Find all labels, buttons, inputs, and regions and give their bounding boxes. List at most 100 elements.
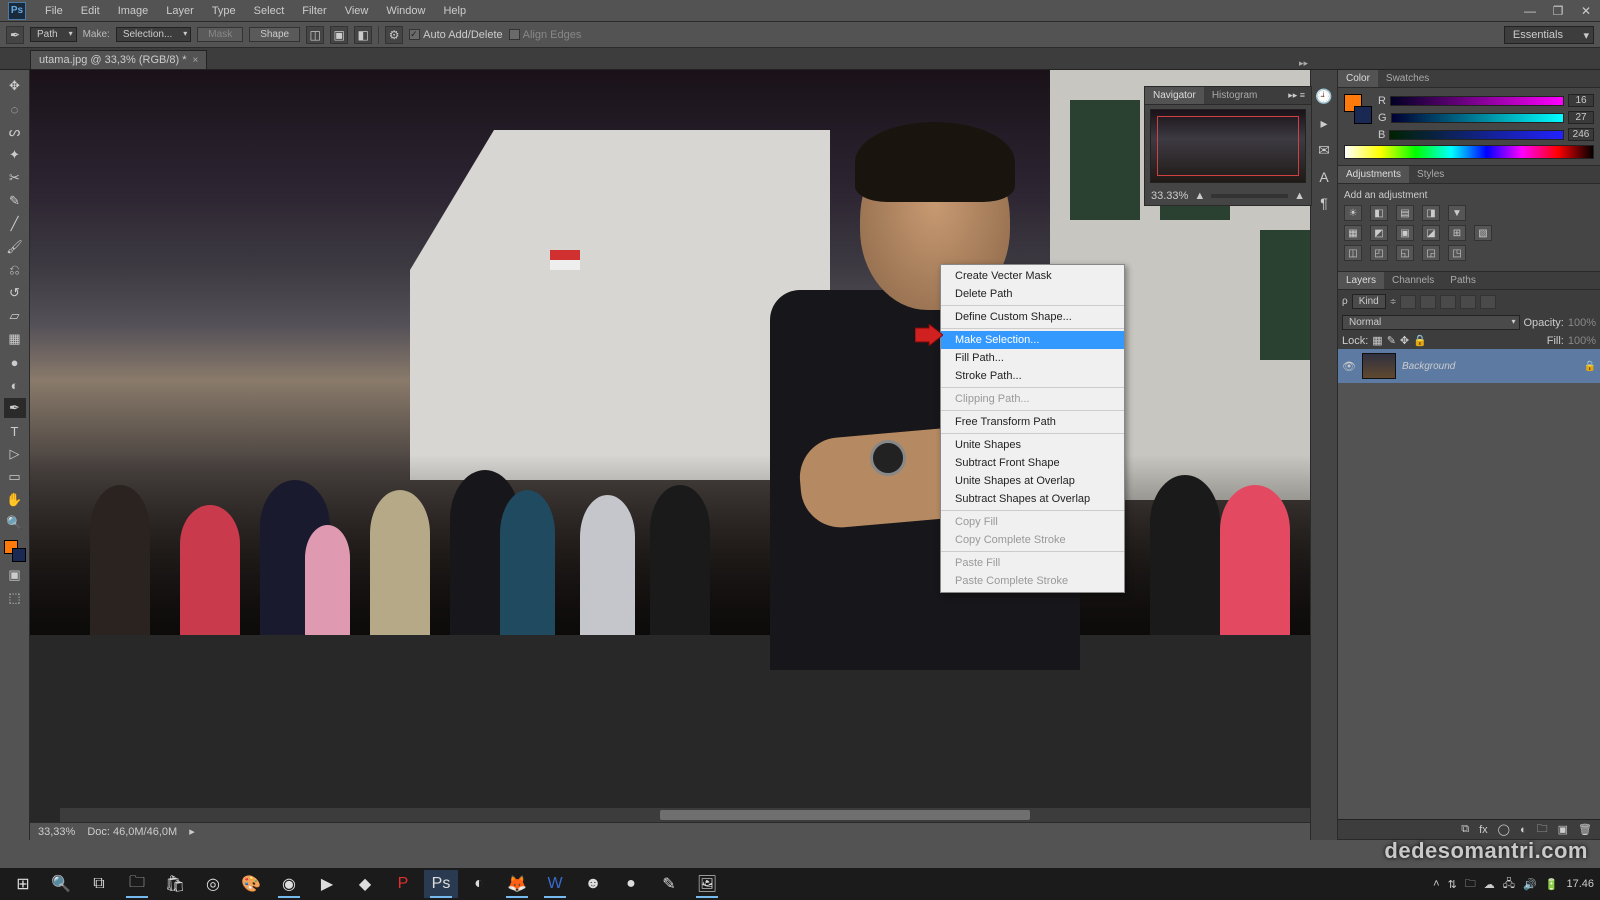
crop-tool[interactable]: ✂: [4, 168, 26, 188]
ctx-unite-shapes[interactable]: Unite Shapes: [941, 436, 1124, 454]
value-B[interactable]: 246: [1568, 128, 1594, 141]
properties-panel-icon[interactable]: ✉: [1318, 142, 1330, 159]
canvas-area[interactable]: Create Vecter MaskDelete Path Define Cust…: [30, 70, 1310, 840]
tray-icon-5[interactable]: 🔊: [1523, 878, 1537, 891]
zoom-readout[interactable]: 33,33%: [38, 826, 75, 838]
store-icon[interactable]: 🛍: [158, 870, 192, 898]
filter-type-icon[interactable]: [1440, 295, 1456, 309]
mask-icon[interactable]: ◯: [1498, 823, 1510, 836]
value-G[interactable]: 27: [1568, 111, 1594, 124]
menu-layer[interactable]: Layer: [157, 2, 203, 20]
clock[interactable]: 17.46: [1566, 878, 1594, 890]
group-icon[interactable]: 🗀: [1537, 820, 1548, 839]
filter-shape-icon[interactable]: [1460, 295, 1476, 309]
tray-chevron-icon[interactable]: ˄: [1433, 878, 1439, 890]
app-7-icon[interactable]: ●: [614, 870, 648, 898]
minimize-button[interactable]: —: [1516, 2, 1544, 20]
tab-histogram[interactable]: Histogram: [1204, 87, 1266, 104]
status-arrow-icon[interactable]: ▸: [189, 825, 195, 838]
mode-dropdown[interactable]: Path: [30, 27, 77, 42]
app-5-icon[interactable]: ◐: [462, 870, 496, 898]
move-tool[interactable]: ✥: [4, 76, 26, 96]
actions-panel-icon[interactable]: ▸: [1320, 115, 1327, 132]
adjust-icon[interactable]: ◐: [1520, 824, 1527, 836]
menu-help[interactable]: Help: [434, 2, 475, 20]
start-button[interactable]: ⊞: [6, 870, 40, 898]
stamp-tool[interactable]: ⎌: [4, 260, 26, 280]
tray-icon-3[interactable]: ☁: [1484, 878, 1495, 891]
search-button[interactable]: 🔍: [44, 870, 78, 898]
ctx-free-transform-path[interactable]: Free Transform Path: [941, 413, 1124, 431]
close-button[interactable]: ✕: [1572, 2, 1600, 20]
link-icon[interactable]: ⧉: [1461, 823, 1469, 836]
lasso-tool[interactable]: ᔕ: [4, 122, 26, 142]
ctx-create-vecter-mask[interactable]: Create Vecter Mask: [941, 267, 1124, 285]
ctx-delete-path[interactable]: Delete Path: [941, 285, 1124, 303]
lock-trans-icon[interactable]: ▦: [1372, 334, 1382, 347]
hand-tool[interactable]: ✋: [4, 490, 26, 510]
history-panel-icon[interactable]: 🕘: [1315, 88, 1332, 105]
explorer-icon[interactable]: 🗀: [120, 870, 154, 898]
autoadd-checkbox[interactable]: Auto Add/Delete: [409, 29, 503, 41]
lock-pixel-icon[interactable]: ✎: [1387, 334, 1396, 347]
paint-icon[interactable]: 🎨: [234, 870, 268, 898]
menu-select[interactable]: Select: [245, 2, 294, 20]
ctx-stroke-path[interactable]: Stroke Path...: [941, 367, 1124, 385]
app-6-icon[interactable]: ☻: [576, 870, 610, 898]
tray-icon-6[interactable]: 🔋: [1545, 878, 1559, 891]
paragraph-panel-icon[interactable]: ¶: [1320, 195, 1328, 211]
lock-pos-icon[interactable]: ✥: [1400, 334, 1409, 347]
menu-image[interactable]: Image: [109, 2, 158, 20]
zoom-in-icon[interactable]: ▲: [1294, 190, 1305, 202]
slider-G[interactable]: [1391, 113, 1564, 123]
layer-thumbnail[interactable]: [1362, 353, 1396, 379]
history-tool[interactable]: ↺: [4, 283, 26, 303]
lock-all-icon[interactable]: 🔒: [1413, 334, 1427, 347]
workspace-dropdown[interactable]: Essentials: [1504, 26, 1594, 44]
menu-view[interactable]: View: [336, 2, 378, 20]
tray-icon-1[interactable]: ⇅: [1448, 878, 1457, 891]
menu-type[interactable]: Type: [203, 2, 245, 20]
taskview-button[interactable]: ⧉: [82, 870, 116, 898]
app-1-icon[interactable]: ◎: [196, 870, 230, 898]
quickmask-tool[interactable]: ▣: [4, 565, 26, 585]
trash-icon[interactable]: 🗑: [1578, 823, 1592, 836]
kind-dropdown[interactable]: Kind: [1352, 294, 1386, 309]
ctx-subtract-front-shape[interactable]: Subtract Front Shape: [941, 454, 1124, 472]
pathop-2-icon[interactable]: ▣: [330, 26, 348, 44]
tab-swatches[interactable]: Swatches: [1378, 70, 1437, 87]
filter-smart-icon[interactable]: [1480, 295, 1496, 309]
tab-navigator[interactable]: Navigator: [1145, 87, 1204, 104]
word-icon[interactable]: W: [538, 870, 572, 898]
type-tool[interactable]: T: [4, 421, 26, 441]
make-dropdown[interactable]: Selection...: [116, 27, 191, 42]
blur-tool[interactable]: ●: [4, 352, 26, 372]
app-4-icon[interactable]: P: [386, 870, 420, 898]
filter-adjust-icon[interactable]: [1420, 295, 1436, 309]
screenmode-tool[interactable]: ⬚: [4, 588, 26, 608]
horizontal-scrollbar[interactable]: [60, 808, 1310, 822]
panel-collapse-icon[interactable]: ▸▸: [1299, 58, 1308, 69]
pen-tool-icon[interactable]: ✒: [6, 26, 24, 44]
ctx-define-custom-shape[interactable]: Define Custom Shape...: [941, 308, 1124, 326]
mask-button[interactable]: Mask: [197, 27, 243, 42]
tab-styles[interactable]: Styles: [1409, 166, 1452, 183]
eyedropper-tool[interactable]: ✎: [4, 191, 26, 211]
chrome-icon[interactable]: ◉: [272, 870, 306, 898]
path-select-tool[interactable]: ▷: [4, 444, 26, 464]
wand-tool[interactable]: ✦: [4, 145, 26, 165]
nav-zoom-value[interactable]: 33.33%: [1151, 190, 1188, 202]
pathop-3-icon[interactable]: ◧: [354, 26, 372, 44]
color-swatch[interactable]: [4, 540, 26, 562]
fg-bg-swatch[interactable]: [1344, 94, 1372, 124]
pen-tool[interactable]: ✒: [4, 398, 26, 418]
filter-pixel-icon[interactable]: [1400, 295, 1416, 309]
firefox-icon[interactable]: 🦊: [500, 870, 534, 898]
menu-edit[interactable]: Edit: [72, 2, 109, 20]
document-tab[interactable]: utama.jpg @ 33,3% (RGB/8) * ×: [30, 50, 207, 69]
tab-channels[interactable]: Channels: [1384, 272, 1442, 289]
layer-row[interactable]: 👁 Background 🔒: [1338, 349, 1600, 383]
app-2-icon[interactable]: ▶: [310, 870, 344, 898]
app-3-icon[interactable]: ◆: [348, 870, 382, 898]
ctx-make-selection[interactable]: Make Selection...: [941, 331, 1124, 349]
